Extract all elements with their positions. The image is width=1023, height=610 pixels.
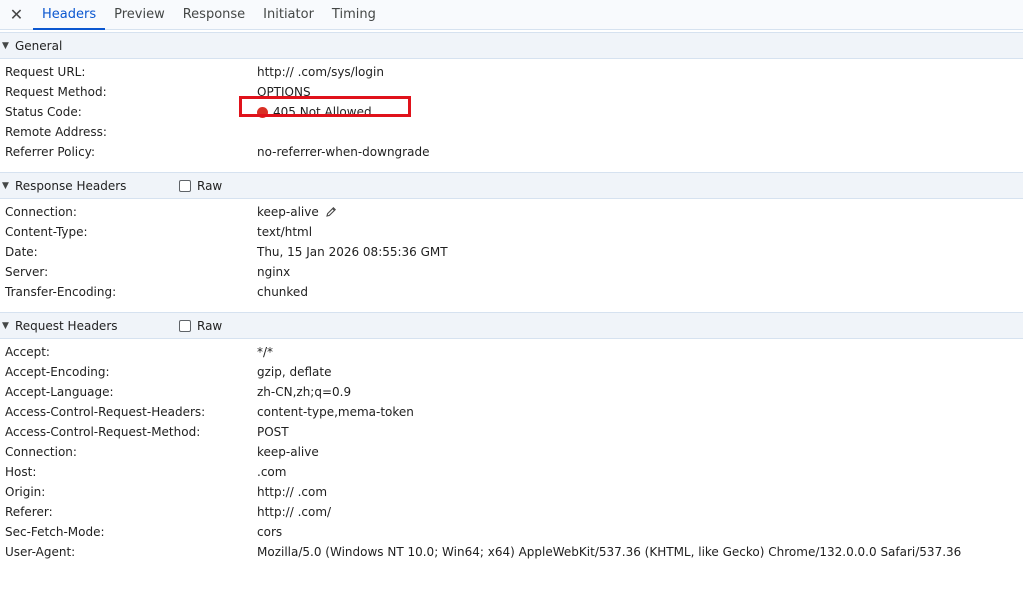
table-row: Request Method: OPTIONS [0,82,1023,102]
header-value: nginx [257,265,291,279]
header-value: Mozilla/5.0 (Windows NT 10.0; Win64; x64… [257,545,962,559]
raw-toggle[interactable]: Raw [179,319,222,333]
header-key: Access-Control-Request-Method: [5,425,201,439]
table-row: Accept-Encoding: gzip, deflate [0,362,1023,382]
header-key: Server: [5,265,49,279]
header-value: text/html [257,225,313,239]
tab-response[interactable]: Response [174,0,254,29]
section-title: Response Headers [15,178,127,193]
close-icon[interactable]: ✕ [0,0,33,29]
header-key: Request URL: [5,65,86,79]
header-value: */* [257,345,274,359]
table-row: Accept-Language: zh-CN,zh;q=0.9 [0,382,1023,402]
raw-label: Raw [197,178,223,193]
raw-label: Raw [197,318,223,333]
header-value: http:// .com [257,485,328,499]
header-key: Access-Control-Request-Headers: [5,405,206,419]
referrer-policy-value: no-referrer-when-downgrade [257,145,430,159]
section-title: Request Headers [15,318,118,333]
connection-value: keep-alive [257,205,319,219]
request-method-value: OPTIONS [257,85,311,99]
table-row: Access-Control-Request-Method: POST [0,422,1023,442]
header-value: content-type,mema-token [257,405,414,419]
triangle-down-icon: ▼ [2,180,9,191]
header-value: POST [257,425,289,439]
header-value: keep-alive [257,205,337,219]
header-key: Request Method: [5,85,107,99]
header-key: Date: [5,245,38,259]
general-section-header[interactable]: ▼ General [0,32,1023,59]
header-value: cors [257,525,283,539]
header-key: Connection: [5,205,77,219]
header-key: Host: [5,465,37,479]
table-row: Accept: */* [0,342,1023,362]
header-value: keep-alive [257,445,319,459]
pencil-icon[interactable] [325,206,337,218]
general-rows: Request URL: http:// .com/sys/login Requ… [0,59,1023,172]
table-row: Referrer Policy: no-referrer-when-downgr… [0,142,1023,162]
response-header-rows: Connection: keep-alive Content-Type: tex… [0,199,1023,312]
header-key: User-Agent: [5,545,76,559]
triangle-down-icon: ▼ [2,40,9,51]
raw-checkbox[interactable] [179,179,191,192]
request-header-rows: Accept: */* Accept-Encoding: gzip, defla… [0,339,1023,572]
table-row: Status Code: 405 Not Allowed [0,102,1023,122]
table-row: Server: nginx [0,262,1023,282]
status-code-value: 405 Not Allowed [257,105,372,119]
table-row: Remote Address: [0,122,1023,142]
header-value: http:// .com/ [257,505,332,519]
status-text: 405 Not Allowed [273,105,372,119]
header-key: Origin: [5,485,46,499]
header-key: Accept: [5,345,50,359]
header-key: Status Code: [5,105,82,119]
status-error-icon [257,106,268,118]
tab-headers[interactable]: Headers [33,0,106,30]
tab-initiator[interactable]: Initiator [254,0,323,29]
header-value: zh-CN,zh;q=0.9 [257,385,352,399]
section-title: General [15,38,63,53]
request-url-value: http:// .com/sys/login [257,65,384,79]
header-key: Remote Address: [5,125,107,139]
header-value: .com [257,465,287,479]
header-value: chunked [257,285,308,299]
table-row: Content-Type: text/html [0,222,1023,242]
table-row: Access-Control-Request-Headers: content-… [0,402,1023,422]
table-row: Origin: http:// .com [0,482,1023,502]
table-row: Referer: http:// .com/ [0,502,1023,522]
tab-timing[interactable]: Timing [323,0,385,29]
table-row: Sec-Fetch-Mode: cors [0,522,1023,542]
triangle-down-icon: ▼ [2,320,9,331]
header-key: Sec-Fetch-Mode: [5,525,105,539]
table-row: Date: Thu, 15 Jan 2026 08:55:36 GMT [0,242,1023,262]
header-key: Referer: [5,505,53,519]
table-row: Request URL: http:// .com/sys/login [0,62,1023,82]
table-row: Host: .com [0,462,1023,482]
header-key: Content-Type: [5,225,88,239]
request-headers-section-header[interactable]: ▼ Request Headers Raw [0,312,1023,339]
raw-checkbox[interactable] [179,319,191,332]
response-headers-section-header[interactable]: ▼ Response Headers Raw [0,172,1023,199]
header-value: gzip, deflate [257,365,332,379]
header-key: Accept-Language: [5,385,114,399]
header-key: Transfer-Encoding: [5,285,117,299]
header-key: Referrer Policy: [5,145,95,159]
table-row: Connection: keep-alive [0,442,1023,462]
header-key: Accept-Encoding: [5,365,110,379]
table-row: Transfer-Encoding: chunked [0,282,1023,302]
devtools-tabbar: ✕ Headers Preview Response Initiator Tim… [0,0,1023,30]
header-value: Thu, 15 Jan 2026 08:55:36 GMT [257,245,448,259]
raw-toggle[interactable]: Raw [179,179,222,193]
table-row: Connection: keep-alive [0,202,1023,222]
header-key: Connection: [5,445,77,459]
table-row: User-Agent: Mozilla/5.0 (Windows NT 10.0… [0,542,1023,562]
tab-preview[interactable]: Preview [105,0,174,29]
